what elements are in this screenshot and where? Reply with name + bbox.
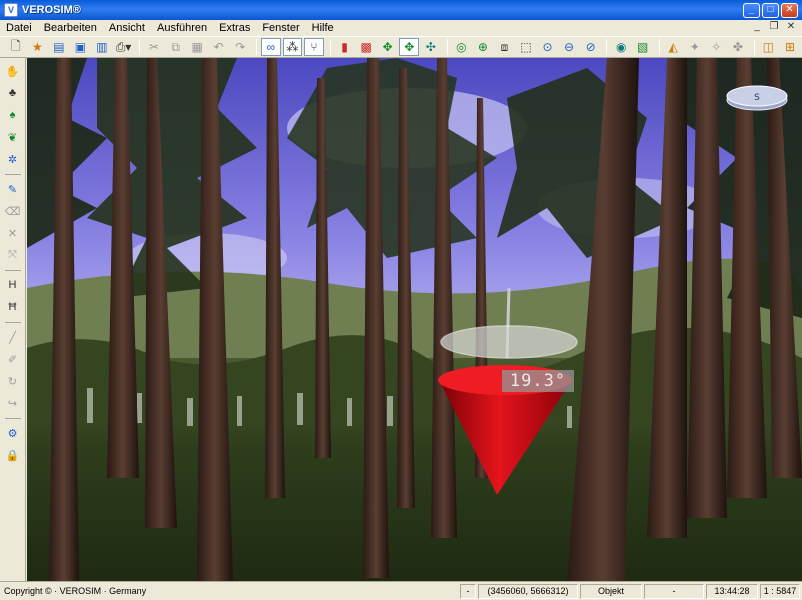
zoom-reset-icon[interactable]: ⊘ [581,38,601,56]
rotate-icon[interactable]: ↻ [4,372,22,390]
open-folder-icon[interactable]: ▤ [49,38,69,56]
app-logo-icon: V [4,3,18,17]
toolbar-separator [658,39,660,55]
link-icon[interactable]: ∞ [261,38,281,56]
angle-readout: 19.3° [502,370,574,392]
globe-icon[interactable]: ◉ [611,38,631,56]
tool-b-icon[interactable]: ✧ [707,38,727,56]
menu-extras[interactable]: Extras [219,22,250,34]
status-mode: Objekt [580,583,642,599]
zoom-icon[interactable]: ⊙ [538,38,558,56]
curve-icon[interactable]: ↪ [4,394,22,412]
window-title: VEROSIM® [22,4,81,16]
cut-icon[interactable]: ✂ [144,38,164,56]
toolstrip-separator [4,418,21,419]
zoom-in-icon[interactable]: ⊕ [473,38,493,56]
tool-c-icon[interactable]: ✤ [728,38,748,56]
layout-icon[interactable]: ⊞ [780,38,800,56]
status-field-2: - [644,583,704,599]
tree-tool-icon[interactable]: ♣ [4,84,22,102]
fit-view-icon[interactable]: ⧈ [495,38,515,56]
menu-ausfuehren[interactable]: Ausführen [157,22,207,34]
lock-icon[interactable]: 🔒 [4,446,22,464]
target-icon[interactable]: ✲ [4,150,22,168]
hierarchy-icon[interactable]: ⑂ [304,38,324,56]
move-plane-icon[interactable]: ✥ [399,38,420,56]
main-toolbar: 🗋 ★ ▤ ▣ ▥ ⎙▾ ✂ ⧉ ▦ ↶ ↷ ∞ ⁂ ⑂ ▮ ▩ ✥ ✥ ✣ ◎… [0,36,802,58]
leaf-icon[interactable]: ❦ [4,128,22,146]
center-icon[interactable]: ◎ [452,38,472,56]
map-icon[interactable]: ▧ [633,38,653,56]
menu-fenster[interactable]: Fenster [262,22,299,34]
mdi-close-icon[interactable]: ✕ [784,21,798,34]
status-scale: 1 : 5847 [760,583,800,599]
toolstrip-separator [4,270,21,271]
line-icon[interactable]: ╱ [4,328,22,346]
group-icon[interactable]: ⁂ [282,38,303,56]
save-icon[interactable]: ▣ [71,38,91,56]
svg-text:S: S [754,93,760,103]
menu-hilfe[interactable]: Hilfe [312,22,334,34]
toolbar-separator [753,39,755,55]
red-book-icon[interactable]: ▮ [335,38,355,56]
title-bar: V VEROSIM® _ □ ✕ [0,0,802,20]
forest-scene: S [27,58,802,581]
zoom-box-icon[interactable]: ⬚ [516,38,536,56]
close-button[interactable]: ✕ [781,2,798,18]
pencil-icon[interactable]: ✎ [4,180,22,198]
minimize-button[interactable]: _ [743,2,760,18]
status-field-1: - [460,583,476,599]
print-icon[interactable]: ⎙▾ [114,38,134,56]
toolbar-separator [139,39,141,55]
mdi-controls: _ ❐ ✕ [750,21,798,34]
toolbar-separator [606,39,608,55]
tree-pan-icon[interactable]: ✋ [4,62,22,80]
status-time: 13:44:28 [706,583,758,599]
mdi-restore-icon[interactable]: ❐ [767,21,781,34]
settings-icon[interactable]: ⚙ [4,424,22,442]
undo-icon[interactable]: ↶ [209,38,229,56]
measure-h-icon[interactable]: H [4,276,22,294]
menu-bearbeiten[interactable]: Bearbeiten [44,22,97,34]
menu-bar: Datei Bearbeiten Ansicht Ausführen Extra… [0,20,802,36]
status-copyright: Copyright © · VEROSIM · Germany [4,586,147,596]
left-toolstrip: ✋ ♣ ♠ ❦ ✲ ✎ ⌫ ✕ ⤧ H Ħ ╱ ✐ ↻ ↪ ⚙ 🔒 [0,58,26,581]
measure-hh-icon[interactable]: Ħ [4,298,22,316]
copy-icon[interactable]: ⧉ [166,38,186,56]
toolbar-separator [329,39,331,55]
3d-viewport[interactable]: S 19.3° [27,58,802,581]
status-bar: Copyright © · VEROSIM · Germany - (34560… [0,581,802,600]
toolbar-separator [256,39,258,55]
tool-a-icon[interactable]: ✦ [685,38,705,56]
save-as-icon[interactable]: ▥ [92,38,112,56]
paste-icon[interactable]: ▦ [187,38,207,56]
toolstrip-separator [4,174,21,175]
zoom-out-icon[interactable]: ⊖ [559,38,579,56]
mdi-minimize-icon[interactable]: _ [750,21,764,34]
open-project-icon[interactable]: ★ [28,38,48,56]
red-grid-icon[interactable]: ▩ [356,38,376,56]
menu-datei[interactable]: Datei [6,22,32,34]
compass-icon: S [726,85,788,111]
menu-ansicht[interactable]: Ansicht [109,22,145,34]
maximize-button[interactable]: □ [762,2,779,18]
eraser-icon[interactable]: ⌫ [4,202,22,220]
rotate-arrows-icon[interactable]: ✣ [421,38,441,56]
delete-icon[interactable]: ✕ [4,224,22,242]
new-file-icon[interactable]: 🗋 [6,38,26,56]
brush-icon[interactable]: ✐ [4,350,22,368]
toolstrip-separator [4,322,21,323]
camera-icon[interactable]: ◭ [664,38,684,56]
redo-icon[interactable]: ↷ [230,38,250,56]
tree-green-icon[interactable]: ♠ [4,106,22,124]
toolbar-separator [446,39,448,55]
window-icon[interactable]: ◫ [759,38,779,56]
move-arrows-icon[interactable]: ✥ [378,38,398,56]
status-coordinates: (3456060, 5666312) [478,583,578,599]
split-icon[interactable]: ⤧ [4,246,22,264]
